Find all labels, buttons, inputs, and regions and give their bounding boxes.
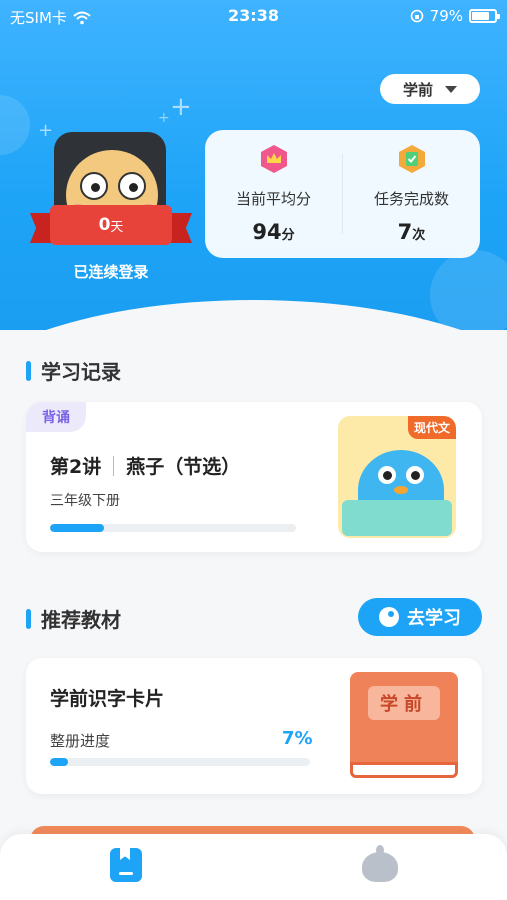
study-record-card[interactable]: 背诵 第2讲 燕子（节选） 三年级下册 现代文 [26,402,482,552]
book-cover: 学前 [350,672,458,768]
streak-ribbon: 0天 [30,205,192,249]
lesson-number: 第2讲 [50,456,102,478]
textbook-name: 学前识字卡片 [50,688,165,710]
stat-value: 7 [397,220,413,244]
book-icon [110,848,142,882]
status-bar: 无SIM卡 23:38 79% [0,0,507,34]
stat-label: 任务完成数 [373,190,449,208]
sparkle-icon: + [158,110,170,126]
lesson-title: 第2讲 燕子（节选） [50,452,240,479]
stat-unit: 分 [281,228,295,243]
progress-fill [50,524,105,532]
stats-card: 当前平均分 94分 任务完成数 7次 [205,130,480,258]
crown-badge-icon [261,145,287,173]
lesson-progress-bar [50,524,296,532]
mascot-icon [362,845,398,882]
decor-bubble [0,95,30,155]
lesson-thumbnail[interactable]: 现代文 [338,416,456,538]
section-heading-study-record: 学习记录 [26,356,121,385]
dropdown-arrow-icon [445,85,457,93]
go-study-label: 去学习 [407,608,461,629]
decor-bubble [430,250,507,330]
sparkle-icon: + [38,120,54,141]
task-count-stat[interactable]: 任务完成数 7次 [343,130,480,258]
streak-days: 0 [98,215,111,235]
open-book-icon [342,500,452,536]
grade-selector-value: 学前 [402,80,433,99]
section-accent-bar [26,360,31,381]
lesson-name: 燕子（节选） [126,456,241,478]
battery-percent: 79% [429,7,463,25]
section-title: 学习记录 [41,360,121,384]
stat-label: 当前平均分 [235,190,311,208]
recite-tag: 背诵 [26,402,86,432]
textbook-progress-bar [50,758,310,766]
average-score-stat[interactable]: 当前平均分 94分 [205,130,342,258]
progress-percent: 7% [282,728,313,749]
streak-label: 已连续登录 [73,263,149,281]
go-study-button[interactable]: 去学习 [358,598,482,636]
section-accent-bar [26,608,31,629]
genre-tag: 现代文 [407,416,456,439]
tab-profile[interactable] [358,845,402,886]
stat-unit: 次 [412,228,426,243]
tab-study[interactable] [104,846,148,886]
cover-label: 学前 [368,686,440,720]
stat-value: 94 [252,220,282,244]
grade-selector[interactable]: 学前 [380,74,480,104]
section-title: 推荐教材 [41,608,121,632]
bottom-nav [0,834,507,900]
study-icon [379,607,399,627]
section-heading-recommended: 推荐教材 [26,604,121,633]
progress-fill [50,758,69,766]
title-separator [113,455,115,476]
lesson-grade: 三年级下册 [50,493,120,509]
battery-icon [469,9,500,23]
check-badge-icon [399,145,425,173]
textbook-cover[interactable]: 学前 [350,672,458,780]
progress-label: 整册进度 [50,732,111,750]
book-pages [350,762,458,778]
rotation-lock-icon [410,9,423,23]
sparkle-icon: + [170,92,192,122]
streak-unit: 天 [110,219,124,235]
